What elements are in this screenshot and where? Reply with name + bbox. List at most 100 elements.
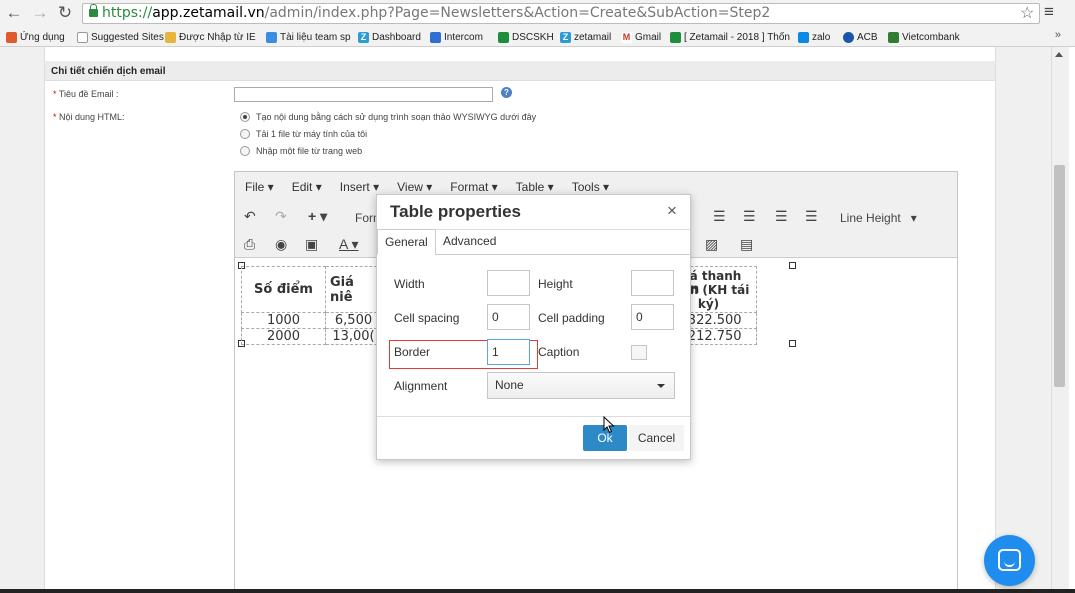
forward-arrow-icon[interactable]: →	[30, 3, 50, 23]
bookmark-label: Dashboard	[372, 31, 421, 43]
sheets-icon	[498, 31, 509, 43]
help-icon[interactable]: ?	[501, 87, 512, 98]
lock-icon	[89, 4, 98, 17]
menu-view[interactable]: View ▾	[397, 180, 432, 194]
table-cell[interactable]: 2000	[241, 328, 326, 345]
align-justify-icon[interactable]: ☰	[805, 208, 818, 224]
preview-icon[interactable]: ◉	[275, 236, 287, 252]
bookmark-label: Gmail	[635, 31, 662, 43]
table-cell[interactable]: 1000	[241, 312, 326, 329]
width-label: Width	[394, 277, 425, 291]
cell-padding-label: Cell padding	[538, 311, 605, 325]
bookmark-label: zetamail	[574, 31, 612, 43]
align-right-icon[interactable]: ☰	[775, 208, 788, 224]
radio-label: Tải 1 file từ máy tính của tôi	[256, 129, 368, 139]
sheets-icon	[670, 31, 681, 43]
radio-import-url[interactable]: Nhập một file từ trang web	[240, 146, 362, 156]
menu-tools[interactable]: Tools ▾	[572, 180, 609, 194]
folder-icon	[165, 31, 176, 43]
cancel-button[interactable]: Cancel	[629, 425, 684, 451]
insert-plus-icon[interactable]: + ▾	[308, 208, 327, 224]
page-icon	[77, 31, 88, 43]
paste-icon[interactable]: ▤	[740, 236, 753, 252]
browser-toolbar: ← → ↻ https://app.zetamail.vn/admin/inde…	[0, 0, 1075, 27]
bookmark-team-docs[interactable]: Tài liệu team sp	[266, 30, 351, 44]
alignment-select[interactable]: None	[487, 372, 675, 399]
menu-file[interactable]: File ▾	[245, 180, 274, 194]
subject-input[interactable]	[234, 87, 493, 102]
bookmark-zetamail[interactable]: Zzetamail	[560, 30, 611, 44]
align-left-icon[interactable]: ☰	[713, 208, 726, 224]
height-label: Height	[538, 277, 573, 291]
scroll-up-arrow-icon[interactable]	[1055, 52, 1063, 57]
tab-advanced[interactable]: Advanced	[435, 229, 503, 255]
apps-grid-icon	[6, 31, 17, 43]
radio-button[interactable]	[240, 129, 250, 139]
resize-handle-top-right[interactable]	[789, 262, 796, 269]
acb-icon	[843, 31, 854, 43]
caption-label: Caption	[538, 345, 580, 359]
bookmark-dscskh[interactable]: DSCSKH	[498, 30, 554, 44]
media-icon[interactable]: ▣	[305, 236, 318, 252]
menu-edit[interactable]: Edit ▾	[292, 180, 322, 194]
reload-icon[interactable]: ↻	[55, 3, 75, 23]
zalo-icon	[798, 31, 809, 43]
table-cell[interactable]: 6,500	[325, 312, 382, 329]
bookmark-label: Được Nhập từ IE	[179, 31, 256, 43]
bookmark-acb[interactable]: ACB	[843, 30, 878, 44]
resize-handle-bottom-right[interactable]	[789, 340, 796, 347]
bookmarks-overflow-icon[interactable]: »	[1055, 29, 1061, 41]
chevron-down-icon	[657, 384, 665, 388]
radio-button[interactable]	[240, 146, 250, 156]
scrollbar-thumb[interactable]	[1054, 165, 1065, 387]
bookmark-zetamail-2018[interactable]: [ Zetamail - 2018 ] Thốn	[670, 30, 790, 44]
width-input[interactable]	[487, 270, 530, 296]
bookmark-apps[interactable]: Ứng dụng	[6, 30, 65, 44]
address-bar[interactable]: https://app.zetamail.vn/admin/index.php?…	[82, 3, 1040, 24]
menu-format[interactable]: Format ▾	[450, 180, 497, 194]
table-header-cell[interactable]: Giá niê	[325, 266, 382, 313]
image-icon[interactable]: ▨	[705, 236, 718, 252]
radio-wysiwyg[interactable]: Tạo nội dung bằng cách sử dụng trình soạ…	[240, 112, 536, 122]
dialog-tabs: General Advanced	[377, 229, 690, 255]
menu-insert[interactable]: Insert ▾	[340, 180, 379, 194]
bookmark-star-icon[interactable]: ☆	[1020, 3, 1034, 23]
url-scheme: https://	[102, 5, 153, 21]
zeta-icon: Z	[560, 31, 571, 43]
cell-spacing-input[interactable]: 0	[487, 304, 530, 330]
bookmarks-bar: Ứng dụng Suggested Sites Được Nhập từ IE…	[0, 27, 1075, 47]
subject-label: * Tiêu đề Email :	[53, 89, 119, 99]
menu-table[interactable]: Table ▾	[516, 180, 554, 194]
caption-checkbox[interactable]	[631, 345, 647, 360]
text-color-icon[interactable]: A ▾	[339, 236, 358, 252]
bookmark-intercom[interactable]: Intercom	[430, 30, 483, 44]
print-icon[interactable]: ⎙	[244, 236, 255, 252]
bookmark-imported-ie[interactable]: Được Nhập từ IE	[165, 30, 256, 44]
table-cell[interactable]: 13,00(	[325, 328, 382, 345]
radio-upload-file[interactable]: Tải 1 file từ máy tính của tôi	[240, 129, 367, 139]
radio-button[interactable]	[240, 112, 250, 122]
bookmark-dashboard[interactable]: Z Dashboard	[358, 30, 421, 44]
back-arrow-icon[interactable]: ←	[4, 3, 24, 23]
html-content-label: * Nội dung HTML:	[53, 112, 125, 122]
bookmark-suggested-sites[interactable]: Suggested Sites	[77, 30, 164, 44]
align-center-icon[interactable]: ☰	[743, 208, 756, 224]
bookmark-vietcombank[interactable]: Vietcombank	[888, 30, 960, 44]
hamburger-menu-icon[interactable]: ≡	[1044, 2, 1054, 22]
cell-padding-input[interactable]: 0	[631, 304, 674, 330]
redo-icon[interactable]: ↷	[275, 208, 287, 224]
bookmark-label: ACB	[857, 31, 878, 43]
intercom-icon	[430, 31, 441, 43]
height-input[interactable]	[631, 270, 674, 296]
radio-label: Nhập một file từ trang web	[256, 146, 363, 156]
border-input[interactable]: 1	[487, 339, 530, 365]
line-height-select[interactable]: Line Height ▾	[840, 210, 917, 226]
subject-label-text: Tiêu đề Email :	[58, 89, 119, 99]
bookmark-gmail[interactable]: M Gmail	[621, 30, 661, 44]
tab-general[interactable]: General	[377, 229, 436, 255]
bookmark-zalo[interactable]: zalo	[798, 30, 830, 44]
table-header-cell[interactable]: Số điểm	[241, 266, 326, 313]
close-icon[interactable]: ×	[667, 201, 677, 221]
partial-header-char: n	[690, 282, 700, 297]
undo-icon[interactable]: ↶	[244, 208, 256, 224]
